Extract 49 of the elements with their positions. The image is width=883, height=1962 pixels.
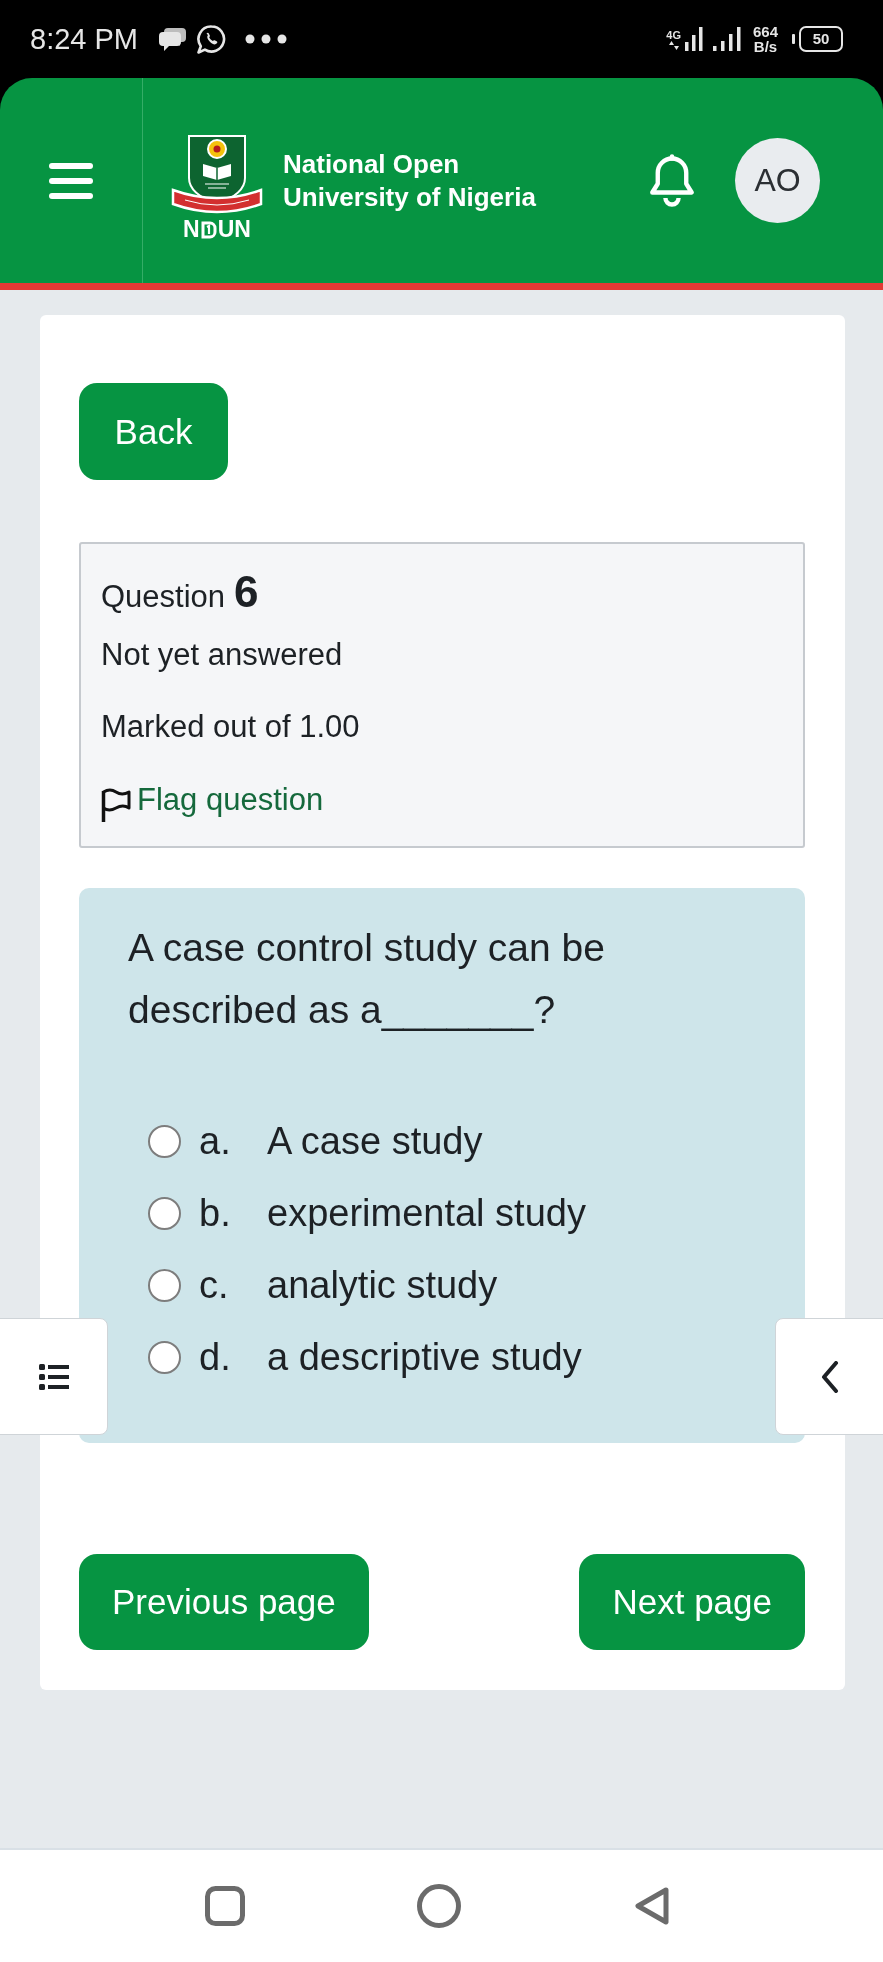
option-letter: a.: [199, 1119, 232, 1163]
user-avatar[interactable]: AO: [735, 138, 820, 223]
data-arrows-icon: [668, 40, 679, 50]
drawer-toggle-button[interactable]: [0, 1318, 108, 1435]
menu-icon: [49, 162, 93, 199]
speed-unit: B/s: [753, 39, 778, 54]
chat-bubble-icon: [158, 26, 188, 52]
answer-status: Not yet answered: [101, 636, 344, 674]
more-dots-icon: [245, 34, 287, 44]
phone-bubble-icon: [196, 23, 227, 55]
option-text[interactable]: experimental study: [267, 1191, 586, 1235]
notifications-button[interactable]: [649, 153, 695, 208]
next-page-button[interactable]: Next page: [579, 1554, 805, 1650]
radio-button[interactable]: [148, 1268, 181, 1302]
status-time: 8:24 PM: [30, 22, 138, 56]
previous-page-button[interactable]: Previous page: [79, 1554, 369, 1650]
site-title: National Open University of Nigeria: [283, 147, 536, 214]
option-text[interactable]: A case study: [267, 1119, 483, 1163]
network-type-label: 4G: [666, 28, 681, 41]
speed-value: 664: [752, 24, 778, 39]
option-letter: d.: [199, 1335, 232, 1379]
flag-question-link[interactable]: Flag question: [101, 780, 324, 820]
list-icon: [38, 1363, 69, 1390]
back-icon[interactable]: [632, 1885, 671, 1927]
question-label: Question: [101, 579, 226, 615]
menu-button[interactable]: [49, 162, 93, 199]
mark-info: Marked out of 1.00: [101, 708, 361, 746]
question-number: 6: [234, 567, 259, 617]
option-letter: b.: [199, 1191, 232, 1235]
back-button[interactable]: Back: [79, 383, 228, 480]
battery-indicator: 50: [792, 26, 843, 52]
question-text: A case control study can be described as a_______?: [128, 925, 606, 1033]
chevron-left-icon: [821, 1360, 839, 1393]
home-icon[interactable]: [416, 1884, 461, 1928]
option-text[interactable]: a descriptive study: [267, 1335, 582, 1379]
signal-bars-icon: [712, 27, 741, 51]
option-text[interactable]: analytic study: [267, 1263, 498, 1307]
crest-logo-icon: [171, 134, 263, 216]
logo-glyph-icon: [200, 220, 217, 239]
radio-button[interactable]: [148, 1196, 181, 1230]
radio-button[interactable]: [148, 1124, 181, 1158]
signal-bars-icon: [684, 27, 703, 51]
drawer-toggle-button[interactable]: [775, 1318, 883, 1435]
recents-icon[interactable]: [204, 1886, 245, 1926]
notification-bell-icon: [649, 153, 695, 208]
logo-letters: N: [183, 218, 200, 241]
radio-button[interactable]: [148, 1340, 181, 1374]
option-letter: c.: [199, 1263, 230, 1307]
logo-letters: UN: [217, 218, 251, 241]
